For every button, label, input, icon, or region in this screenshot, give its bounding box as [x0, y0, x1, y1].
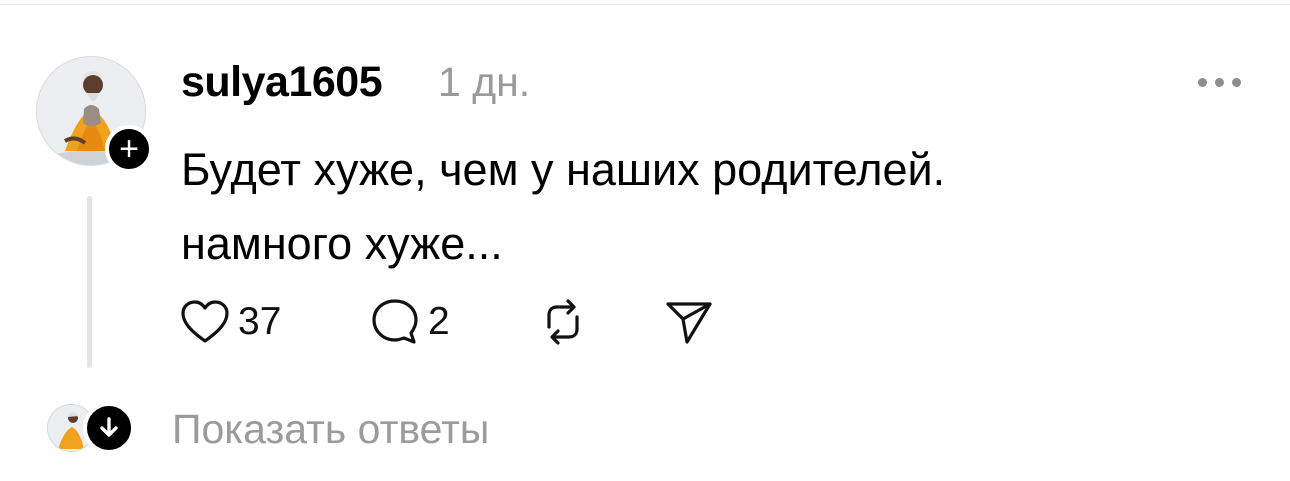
- share-button[interactable]: [663, 295, 715, 349]
- top-divider: [0, 4, 1290, 5]
- show-replies-label[interactable]: Показать ответы: [172, 406, 489, 453]
- thread-line: [87, 196, 92, 368]
- comment-text-line: Будет хуже, чем у наших родителей.: [181, 144, 946, 195]
- arrow-down-icon: [83, 402, 135, 454]
- author-name[interactable]: sulya1605: [181, 58, 383, 107]
- repost-icon: [547, 299, 579, 345]
- like-button[interactable]: 37: [180, 295, 281, 349]
- timestamp: 1 дн.: [438, 59, 531, 105]
- repost-button[interactable]: [537, 295, 589, 349]
- comment-icon: [372, 299, 418, 344]
- plus-icon: +: [119, 130, 139, 168]
- comment-text-line: намного хуже...: [181, 218, 503, 269]
- comment-button[interactable]: 2: [370, 295, 450, 349]
- reply-count: 2: [428, 300, 450, 343]
- heart-icon: [181, 300, 229, 343]
- follow-button[interactable]: +: [105, 125, 153, 173]
- ellipsis-icon[interactable]: [1198, 78, 1244, 88]
- action-bar: 37 2: [180, 295, 740, 349]
- comment-text: Будет хуже, чем у наших родителей. намно…: [181, 133, 1181, 281]
- show-replies-row[interactable]: Показать ответы: [47, 402, 747, 454]
- like-count: 37: [238, 300, 282, 343]
- share-icon: [666, 302, 712, 344]
